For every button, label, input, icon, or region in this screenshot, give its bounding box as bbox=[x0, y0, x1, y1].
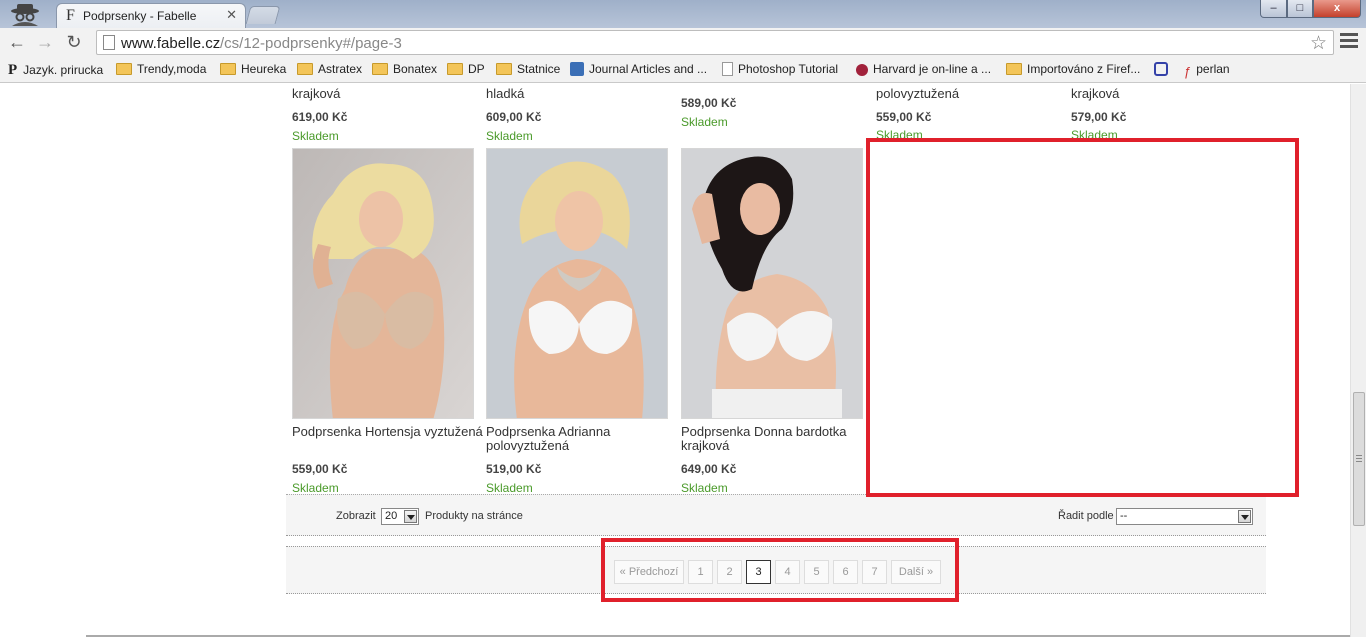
tab-fabelle[interactable]: F Podprsenky - Fabelle ✕ bbox=[56, 3, 246, 28]
lg-icon bbox=[1154, 62, 1168, 76]
product-name[interactable]: krajková bbox=[1071, 87, 1271, 101]
bookmark-folder[interactable]: Astratex bbox=[297, 62, 362, 76]
bookmark-folder[interactable]: Statnice bbox=[496, 62, 560, 76]
show-label: Zobrazit bbox=[336, 510, 376, 522]
product-price: 619,00 Kč bbox=[292, 110, 348, 124]
product-image[interactable] bbox=[486, 148, 668, 419]
stock-status: Skladem bbox=[292, 129, 339, 143]
per-page-label: Produkty na stránce bbox=[425, 510, 523, 522]
incognito-icon bbox=[11, 4, 39, 26]
product-image[interactable] bbox=[292, 148, 474, 419]
product-name[interactable]: Podprsenka Adrianna polovyztužená bbox=[486, 425, 686, 453]
bookmark-item[interactable]: Photoshop Tutorial bbox=[722, 62, 838, 76]
url-host: www.fabelle.cz bbox=[121, 35, 221, 52]
product-price: 579,00 Kč bbox=[1071, 110, 1127, 124]
bookmark-item[interactable]: ƒ perlan bbox=[1184, 62, 1230, 79]
product-name[interactable]: Podprsenka Hortensja vyztužená bbox=[292, 425, 492, 439]
back-arrow-icon[interactable]: ← bbox=[6, 31, 28, 53]
product-name[interactable]: Podprsenka Donna bardotka krajková bbox=[681, 425, 881, 453]
window-maximize-button[interactable]: □ bbox=[1287, 0, 1313, 18]
vertical-scrollbar[interactable] bbox=[1350, 84, 1366, 637]
folder-icon bbox=[496, 63, 512, 75]
bookmark-folder[interactable]: Importováno z Firef... bbox=[1006, 62, 1140, 76]
bookmarks-bar: P Jazyk. prirucka Trendy,moda Heureka Ast… bbox=[0, 58, 1366, 83]
sort-label: Řadit podle bbox=[1058, 510, 1114, 522]
page-icon bbox=[103, 35, 115, 50]
folder-icon bbox=[372, 63, 388, 75]
tab-title: Podprsenky - Fabelle bbox=[83, 9, 197, 23]
product-image[interactable] bbox=[681, 148, 863, 419]
window-minimize-button[interactable]: – bbox=[1260, 0, 1287, 18]
forward-arrow-icon[interactable]: → bbox=[34, 31, 56, 53]
pin-icon bbox=[856, 64, 868, 76]
bookmark-item[interactable] bbox=[1154, 62, 1173, 76]
new-tab-button[interactable] bbox=[245, 6, 281, 24]
p-icon: P bbox=[8, 62, 18, 78]
bookmark-folder[interactable]: DP bbox=[447, 62, 485, 76]
perlan-icon: ƒ bbox=[1184, 64, 1192, 79]
bookmark-folder[interactable]: Bonatex bbox=[372, 62, 437, 76]
favicon-icon: F bbox=[66, 7, 75, 24]
tab-strip: F Podprsenky - Fabelle ✕ – □ x bbox=[0, 0, 1366, 28]
product-price: 519,00 Kč bbox=[486, 462, 542, 476]
chevron-down-icon bbox=[404, 510, 417, 523]
product-name[interactable]: krajková bbox=[292, 87, 492, 101]
stock-status: Skladem bbox=[1071, 128, 1118, 138]
folder-icon bbox=[1006, 63, 1022, 75]
stock-status: Skladem bbox=[876, 128, 923, 138]
product-price: 559,00 Kč bbox=[876, 110, 932, 124]
annotation-pagination-box bbox=[601, 538, 959, 602]
tab-close-icon[interactable]: ✕ bbox=[226, 7, 237, 23]
listing-options-bar: Zobrazit 20 Produkty na stránce Řadit po… bbox=[286, 494, 1266, 536]
bookmark-star-icon[interactable]: ☆ bbox=[1310, 32, 1327, 55]
chevron-down-icon bbox=[1238, 510, 1251, 523]
journal-icon bbox=[570, 62, 584, 76]
scrollbar-thumb[interactable] bbox=[1353, 392, 1365, 526]
stock-status: Skladem bbox=[486, 481, 533, 495]
page-content: krajková 619,00 Kč Skladem hladká 609,00… bbox=[0, 84, 1350, 637]
folder-icon bbox=[447, 63, 463, 75]
product-photo-donna bbox=[682, 149, 862, 418]
per-page-select[interactable]: 20 bbox=[381, 508, 419, 525]
stock-status: Skladem bbox=[486, 129, 533, 143]
bookmark-item[interactable]: Journal Articles and ... bbox=[570, 62, 707, 76]
browser-toolbar: ← → ↻ www.fabelle.cz /cs/12-podprsenky#/… bbox=[0, 28, 1366, 58]
address-bar[interactable]: www.fabelle.cz /cs/12-podprsenky#/page-3… bbox=[96, 30, 1334, 55]
url-path: /cs/12-podprsenky#/page-3 bbox=[220, 35, 402, 52]
bookmark-item[interactable]: Harvard je on-line a ... bbox=[856, 62, 991, 76]
product-name[interactable]: hladká bbox=[486, 87, 686, 101]
folder-icon bbox=[297, 63, 313, 75]
menu-icon[interactable] bbox=[1340, 33, 1358, 51]
grip-icon bbox=[1356, 455, 1362, 464]
bookmark-folder[interactable]: Heureka bbox=[220, 62, 286, 76]
sort-select[interactable]: -- bbox=[1116, 508, 1253, 525]
product-name[interactable]: polovyztužená bbox=[876, 87, 1076, 101]
reload-icon[interactable]: ↻ bbox=[63, 31, 85, 53]
page-icon bbox=[722, 62, 733, 76]
product-price: 649,00 Kč bbox=[681, 462, 737, 476]
stock-status: Skladem bbox=[681, 115, 728, 129]
product-price: 589,00 Kč bbox=[681, 96, 737, 110]
folder-icon bbox=[116, 63, 132, 75]
bookmark-folder[interactable]: Trendy,moda bbox=[116, 62, 206, 76]
annotation-empty-slot-box bbox=[866, 138, 1299, 497]
folder-icon bbox=[220, 63, 236, 75]
stock-status: Skladem bbox=[292, 481, 339, 495]
product-price: 559,00 Kč bbox=[292, 462, 348, 476]
product-photo-adrianna bbox=[487, 149, 667, 418]
product-photo-hortensja bbox=[293, 149, 473, 418]
product-price: 609,00 Kč bbox=[486, 110, 542, 124]
bookmark-item[interactable]: P Jazyk. prirucka bbox=[8, 62, 103, 79]
stock-status: Skladem bbox=[681, 481, 728, 495]
window-close-button[interactable]: x bbox=[1313, 0, 1361, 18]
